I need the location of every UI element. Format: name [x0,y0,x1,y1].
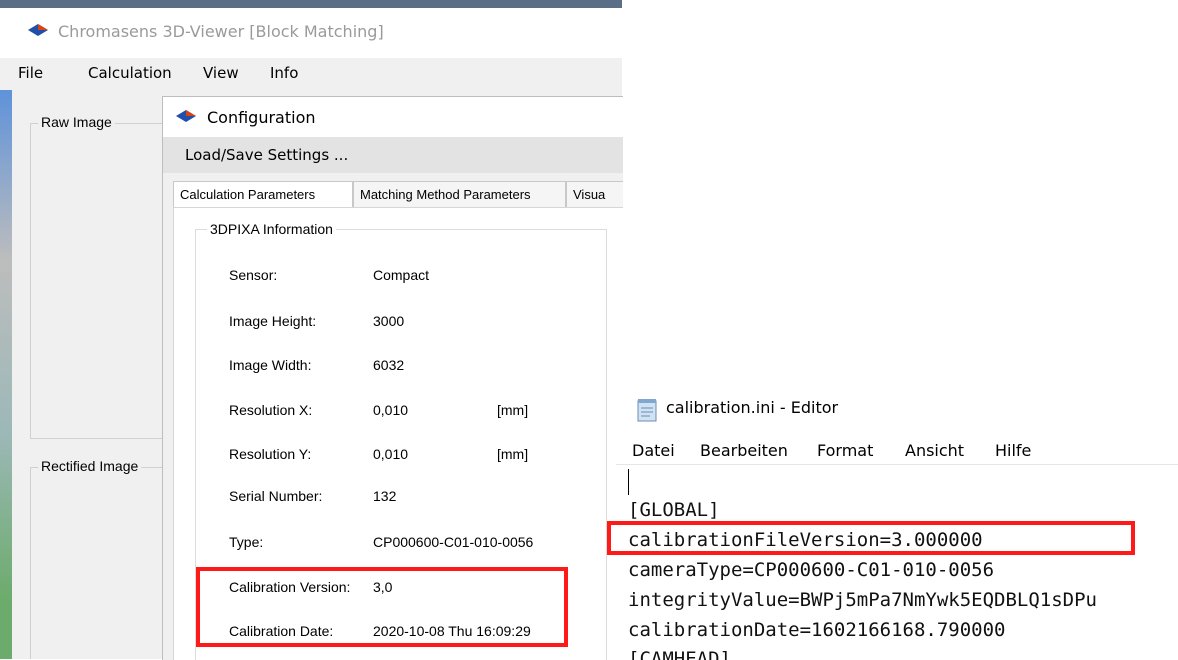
configuration-menubar: Load/Save Settings ... [163,137,623,173]
editor-line: cameraType=CP000600-C01-010-0056 [628,559,995,581]
sensor-value: Compact [373,267,430,283]
menu-ansicht[interactable]: Ansicht [905,441,964,460]
editor-line: calibrationDate=1602166168.790000 [628,619,1006,641]
menu-datei[interactable]: Datei [632,441,675,460]
editor-line: [CAMHEAD] [628,648,731,660]
configuration-tabs: Calculation Parameters Matching Method P… [173,181,623,207]
resolution-x-label: Resolution X: [229,402,313,418]
rectified-image-group [30,467,182,659]
menu-format[interactable]: Format [817,441,873,460]
serial-number-value: 132 [373,488,397,504]
notepad-icon [637,399,657,422]
editor-text-area[interactable]: [GLOBAL] calibrationFileVersion=3.000000… [616,464,1178,660]
image-height-label: Image Height: [229,313,317,329]
raw-image-group [30,123,182,439]
load-save-settings-menu[interactable]: Load/Save Settings ... [185,146,348,164]
pixa-information-title: 3DPIXA Information [207,221,336,237]
type-value: CP000600-C01-010-0056 [373,534,534,550]
file-version-highlight-box [607,521,1135,555]
menu-bearbeiten[interactable]: Bearbeiten [700,441,788,460]
tab-calculation-parameters[interactable]: Calculation Parameters [173,181,353,207]
chromasens-diamond-icon [28,24,48,36]
resolution-y-value: 0,010 [373,446,409,462]
resolution-y-unit: [mm] [497,446,529,462]
tab-visualization[interactable]: Visua [566,181,623,207]
background-image-strip [0,90,12,659]
calibration-highlight-box [196,567,568,647]
text-caret [628,469,629,495]
configuration-title: Configuration [207,108,316,127]
window-top-border [0,0,622,8]
menu-view[interactable]: View [203,64,239,82]
image-width-label: Image Width: [229,357,312,373]
editor-title: calibration.ini - Editor [666,398,839,417]
viewer-title: Chromasens 3D-Viewer [Block Matching] [58,22,384,41]
menu-info[interactable]: Info [270,64,298,82]
editor-line: integrityValue=BWPj5mPa7NmYwk5EQDBLQ1sDP… [628,589,1097,611]
type-label: Type: [229,534,264,550]
viewer-menubar: File Calculation View Info [0,58,622,90]
resolution-x-value: 0,010 [373,402,409,418]
rectified-image-label: Rectified Image [38,458,142,474]
chromasens-diamond-icon [176,110,196,122]
menu-file[interactable]: File [18,64,43,82]
serial-number-label: Serial Number: [229,488,323,504]
resolution-y-label: Resolution Y: [229,446,312,462]
resolution-x-unit: [mm] [497,402,529,418]
raw-image-label: Raw Image [38,114,115,130]
tab-matching-method-parameters[interactable]: Matching Method Parameters [353,181,566,207]
sensor-label: Sensor: [229,267,278,283]
image-height-value: 3000 [373,313,405,329]
image-width-value: 6032 [373,357,405,373]
editor-line: [GLOBAL] [628,499,720,521]
menu-hilfe[interactable]: Hilfe [995,441,1031,460]
menu-calculation[interactable]: Calculation [88,64,172,82]
